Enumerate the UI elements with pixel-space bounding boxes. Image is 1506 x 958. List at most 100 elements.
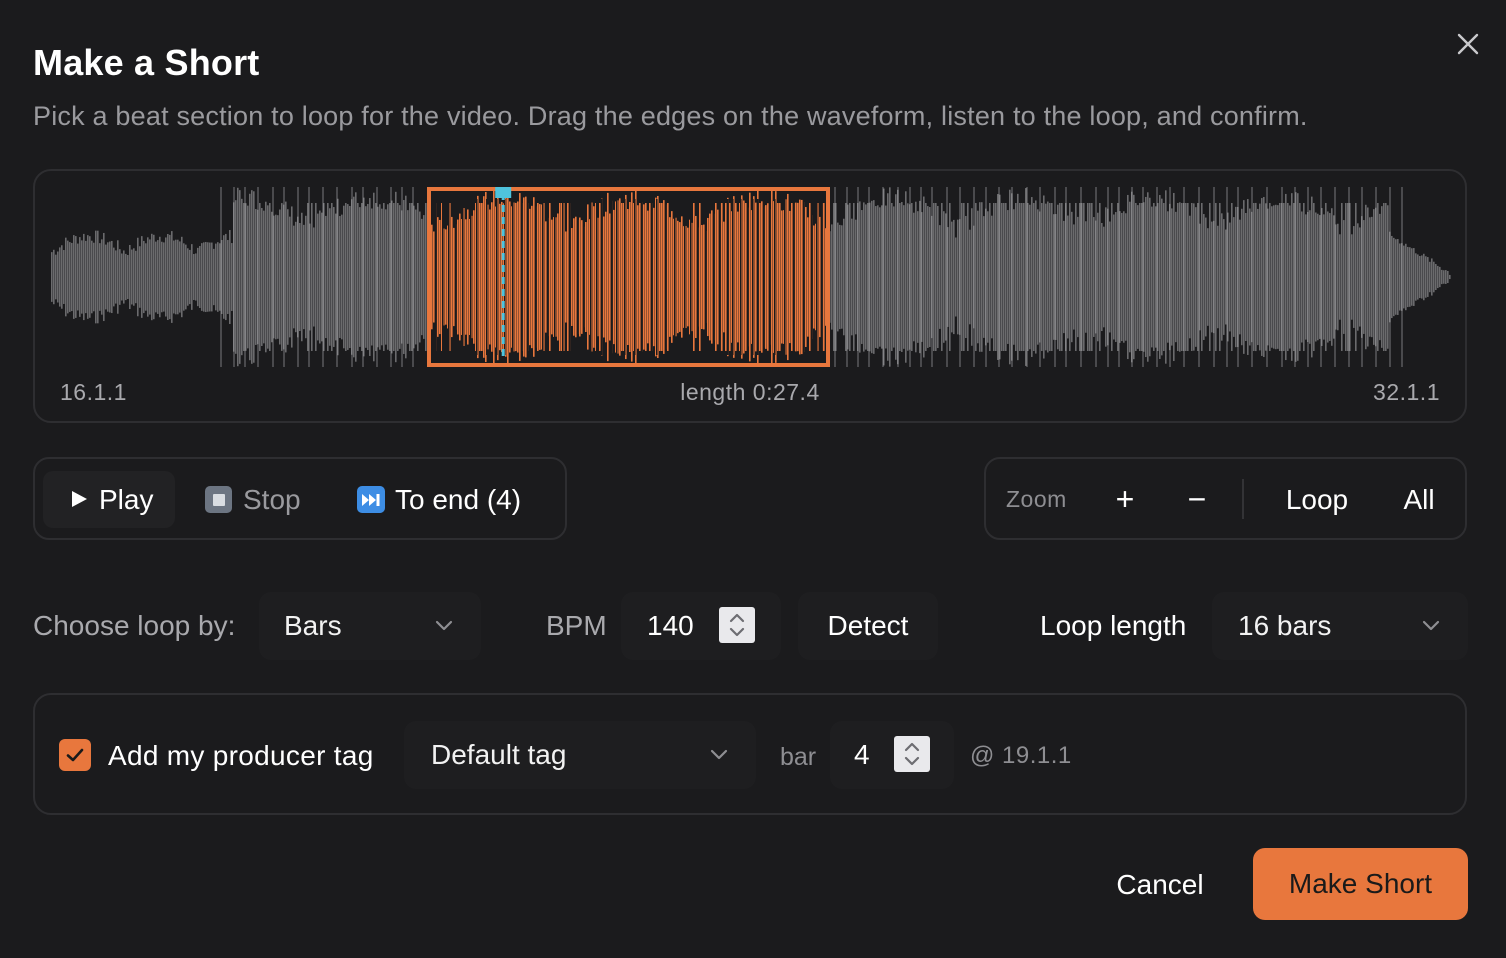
waveform-bar [153, 234, 155, 320]
tag-bar-label: bar [780, 743, 817, 771]
waveform-bar [841, 225, 843, 329]
tag-select[interactable]: Default tag [404, 721, 756, 789]
close-button[interactable] [1452, 28, 1484, 60]
waveform-bar [1001, 203, 1003, 351]
waveform-bar [1325, 203, 1327, 351]
waveform-bar [77, 243, 79, 311]
waveform-bar [953, 219, 955, 335]
waveform-bar [327, 203, 329, 351]
waveform-bar [809, 203, 811, 351]
waveform-gap [719, 199, 721, 355]
waveform-bar [151, 233, 153, 321]
zoom-to-loop-button[interactable]: Loop [1269, 471, 1365, 528]
waveform-bar [55, 254, 57, 300]
waveform-bar [187, 248, 189, 306]
waveform-bar [109, 241, 111, 313]
waveform-bar [235, 200, 237, 354]
tag-bar-stepper-arrows[interactable] [894, 736, 930, 772]
waveform-bar [411, 203, 413, 351]
waveform-bar [833, 203, 835, 351]
cancel-button[interactable]: Cancel [1098, 850, 1222, 920]
waveform-bar [417, 203, 419, 351]
waveform-bar [907, 203, 909, 351]
waveform-bar [905, 191, 907, 363]
waveform-bar [409, 203, 411, 351]
bpm-value: 140 [647, 610, 694, 641]
waveform-bar [85, 240, 87, 314]
waveform-bar [729, 203, 731, 351]
waveform-bar [873, 200, 875, 354]
waveform-bar [207, 242, 209, 312]
waveform-gap [793, 199, 795, 355]
waveform-bar [545, 221, 547, 333]
waveform-bar [1413, 248, 1415, 306]
waveform-panel[interactable]: 16.1.1 length 0:27.4 32.1.1 [33, 169, 1467, 423]
waveform-bar [789, 210, 791, 344]
playhead-handle[interactable] [495, 187, 512, 198]
waveform-bar [1079, 203, 1081, 351]
waveform-bar [781, 210, 783, 344]
bpm-input[interactable]: 140 [621, 592, 781, 660]
waveform-bar [211, 242, 213, 312]
waveform-bar [367, 203, 369, 351]
waveform-bar [1067, 215, 1069, 339]
waveform-bar [419, 211, 421, 343]
zoom-in-button[interactable]: + [1104, 471, 1146, 528]
zoom-all-button[interactable]: All [1391, 471, 1447, 528]
waveform-bar [609, 213, 611, 341]
play-button[interactable]: Play [43, 471, 175, 528]
waveform-bar [1311, 196, 1313, 358]
stop-button[interactable]: Stop [205, 471, 325, 528]
waveform-bar [459, 213, 461, 341]
chevron-down-icon [1422, 620, 1440, 631]
loop-length-select[interactable]: 16 bars [1212, 592, 1468, 660]
detect-bpm-button[interactable]: Detect [798, 592, 938, 660]
waveform-bar [345, 203, 347, 351]
waveform-bar [585, 222, 587, 332]
waveform-bar [631, 192, 633, 362]
to-end-button[interactable]: To end (4) [357, 471, 547, 528]
choose-loop-select[interactable]: Bars [259, 592, 481, 660]
waveform-bar [1135, 203, 1137, 351]
waveform-bar [801, 199, 803, 355]
waveform-bar [1035, 200, 1037, 354]
waveform-gap [596, 199, 598, 355]
producer-tag-checkbox[interactable] [59, 739, 91, 771]
loop-length-label: length 0:27.4 [680, 379, 820, 405]
waveform-bar [517, 201, 519, 353]
waveform-bar [1323, 214, 1325, 340]
waveform-bar [1347, 203, 1349, 351]
waveform-bar [481, 203, 483, 351]
zoom-out-button[interactable]: − [1176, 471, 1218, 528]
waveform-bar [1049, 203, 1051, 351]
waveform-bar [951, 221, 953, 333]
waveform-gap [616, 199, 618, 355]
waveform-bar [1147, 192, 1149, 362]
stop-label: Stop [243, 483, 301, 515]
waveform-bar [1203, 214, 1205, 340]
tag-bar-input[interactable]: 4 [830, 721, 954, 789]
zoom-label: Zoom [1006, 486, 1067, 512]
waveform-bar [287, 209, 289, 345]
waveform-bar [439, 219, 441, 335]
waveform-bar [1029, 204, 1031, 350]
waveform-bar [1125, 213, 1127, 341]
waveform-bar [169, 234, 171, 320]
waveform-bar [861, 210, 863, 344]
waveform-bar [917, 211, 919, 343]
bpm-stepper-arrows[interactable] [719, 607, 755, 643]
waveform-bar [701, 224, 703, 330]
waveform-bar [805, 207, 807, 347]
waveform-bar [1133, 194, 1135, 360]
waveform-bar [813, 225, 815, 329]
waveform-bar [1165, 190, 1167, 364]
waveform-bar [473, 210, 475, 344]
waveform-gap [496, 199, 498, 355]
waveform-bar [913, 212, 915, 342]
waveform-bar [735, 203, 737, 351]
waveform-bar [1201, 203, 1203, 351]
waveform-bar [295, 221, 297, 333]
make-short-button[interactable]: Make Short [1253, 848, 1468, 920]
waveform-bar [1427, 257, 1429, 297]
waveform-bar [1369, 217, 1371, 337]
